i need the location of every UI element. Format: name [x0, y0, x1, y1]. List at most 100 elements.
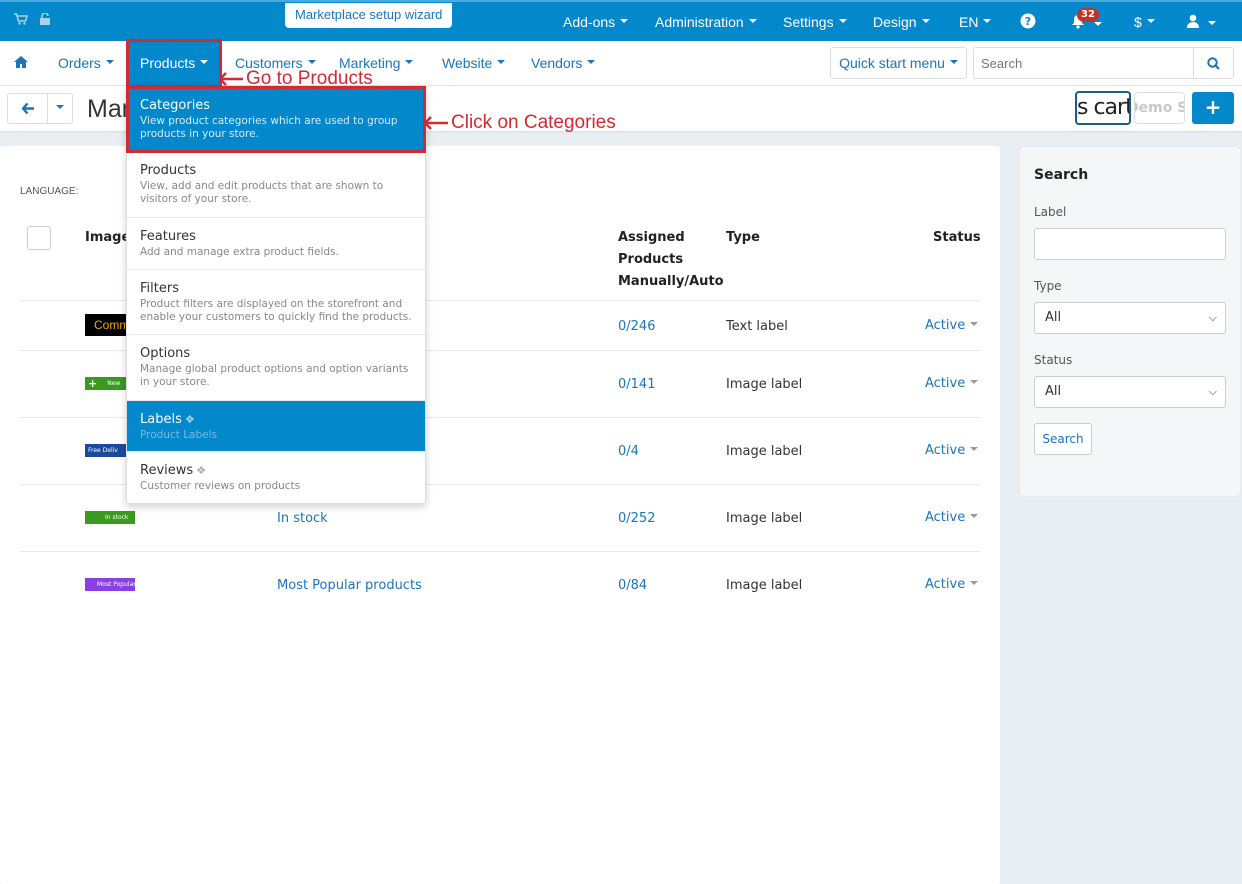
products-dropdown-menu: Categories View product categories which… — [126, 86, 426, 504]
caret-down-icon — [620, 19, 629, 24]
home-icon[interactable] — [14, 56, 28, 72]
nav-vendors-label: Vendors — [531, 55, 583, 71]
caret-down-icon — [1208, 20, 1217, 25]
annotation-go-to-products: Go to Products — [219, 68, 373, 90]
caret-down-icon — [307, 60, 316, 65]
menu-item-features[interactable]: Features Add and manage extra product fi… — [127, 218, 425, 270]
annotation-text: Click on Categories — [451, 112, 616, 133]
cart-icon[interactable] — [14, 13, 29, 29]
menu-item-title: Reviews — [140, 463, 194, 478]
menu-item-title: Features — [140, 229, 196, 244]
quick-start-label: Quick start menu — [839, 55, 945, 71]
marketplace-setup-wizard-button[interactable]: Marketplace setup wizard — [285, 3, 453, 28]
annotation-arrow-icon — [424, 116, 448, 130]
caret-down-icon — [497, 60, 506, 65]
label-name-link[interactable]: In stock — [277, 511, 328, 526]
caret-down-icon — [970, 513, 979, 518]
addon-puzzle-icon: ❖ — [196, 464, 207, 477]
menu-item-description: Product Labels — [140, 429, 218, 441]
back-button[interactable] — [8, 94, 48, 123]
menu-item-labels[interactable]: Labels ❖ Product Labels — [127, 401, 425, 452]
topnav-addons[interactable]: Add-ons — [563, 14, 629, 30]
menu-item-reviews[interactable]: Reviews ❖ Customer reviews on products — [127, 452, 425, 504]
header-status[interactable]: Status — [933, 227, 981, 249]
caret-down-icon — [949, 60, 958, 65]
assigned-products-link[interactable]: 0/252 — [618, 511, 655, 526]
header-type[interactable]: Type — [726, 227, 760, 249]
select-all-checkbox[interactable] — [27, 226, 51, 250]
unlock-icon[interactable] — [40, 12, 50, 29]
language-label: LANGUAGE: — [20, 186, 79, 197]
header-assigned[interactable]: Assigned Products Manually/Auto — [618, 227, 724, 293]
label-search-input[interactable] — [1034, 228, 1226, 260]
add-label-button[interactable]: + — [1192, 92, 1234, 124]
user-menu[interactable] — [1187, 14, 1217, 32]
status-value: Active — [925, 510, 966, 525]
menu-item-title: Products — [140, 163, 197, 178]
nav-orders-label: Orders — [58, 55, 101, 71]
status-value: Active — [925, 318, 966, 333]
header-assigned-line1: Assigned — [618, 230, 685, 245]
topnav-language[interactable]: EN — [959, 14, 992, 30]
sidebar-search-button[interactable]: Search — [1034, 423, 1092, 455]
assigned-products-link[interactable]: 0/84 — [618, 578, 647, 593]
top-bar: Marketplace setup wizard Add-ons Adminis… — [0, 0, 1242, 41]
nav-orders[interactable]: Orders — [58, 55, 114, 71]
caret-down-icon — [983, 19, 992, 24]
sidebar-title: Search — [1034, 167, 1089, 183]
topnav-settings-label: Settings — [783, 14, 834, 30]
label-image: In stock — [85, 511, 135, 524]
help-icon[interactable]: ? — [1020, 13, 1036, 33]
status-dropdown[interactable]: Active — [925, 510, 979, 525]
topnav-administration-label: Administration — [655, 14, 744, 30]
svg-text:?: ? — [1025, 15, 1031, 28]
annotation-arrow-icon — [219, 72, 243, 86]
caret-down-icon — [1094, 21, 1103, 26]
menu-item-description: Customer reviews on products — [140, 480, 301, 492]
status-dropdown[interactable]: Active — [925, 376, 979, 391]
status-dropdown[interactable]: Active — [925, 577, 979, 592]
label-type: Text label — [726, 319, 788, 334]
label-name-link[interactable]: Most Popular products — [277, 578, 422, 593]
topnav-administration[interactable]: Administration — [655, 14, 757, 30]
status-select[interactable]: All ⌵ — [1034, 376, 1226, 408]
menu-item-description: Manage global product options and option… — [140, 363, 409, 388]
topnav-design[interactable]: Design — [873, 14, 930, 30]
menu-item-filters[interactable]: Filters Product filters are displayed on… — [127, 270, 425, 335]
topnav-currency[interactable]: $ — [1134, 14, 1155, 30]
topnav-settings[interactable]: Settings — [783, 14, 847, 30]
menu-item-title: Options — [140, 346, 191, 361]
assigned-products-link[interactable]: 0/141 — [618, 377, 655, 392]
caret-down-icon — [56, 104, 64, 109]
history-dropdown-button[interactable] — [48, 94, 72, 123]
assigned-products-link[interactable]: 0/246 — [618, 319, 655, 334]
topnav-addons-label: Add-ons — [563, 14, 616, 30]
nav-vendors[interactable]: Vendors — [531, 55, 596, 71]
menu-item-title: Filters — [140, 281, 179, 296]
caret-down-icon — [748, 19, 757, 24]
label-type: Image label — [726, 511, 803, 526]
nav-website[interactable]: Website — [442, 55, 506, 71]
status-value: Active — [925, 443, 966, 458]
label-image: Most Popular — [85, 578, 135, 591]
nav-products[interactable]: Products — [126, 39, 222, 88]
demo-store-button[interactable]: Demo Store — [1134, 92, 1185, 124]
status-select-value: All — [1045, 384, 1062, 399]
caret-down-icon — [105, 60, 114, 65]
menu-item-description: View, add and edit products that are sho… — [140, 180, 384, 205]
quick-start-menu-button[interactable]: Quick start menu — [830, 47, 967, 79]
search-sidebar: Search Label Type All ⌵ Status All ⌵ Searc… — [1020, 147, 1240, 496]
menu-item-categories[interactable]: Categories View product categories which… — [126, 86, 426, 153]
storefront-button[interactable]: s cart — [1075, 91, 1131, 125]
status-dropdown[interactable]: Active — [925, 318, 979, 333]
menu-item-description: Add and manage extra product fields. — [140, 246, 339, 258]
menu-item-description: Product filters are displayed on the sto… — [140, 298, 412, 323]
search-button[interactable] — [1193, 48, 1233, 78]
menu-item-products[interactable]: Products View, add and edit products tha… — [127, 152, 425, 218]
type-select[interactable]: All ⌵ — [1034, 302, 1226, 334]
topnav-design-label: Design — [873, 14, 917, 30]
status-dropdown[interactable]: Active — [925, 443, 979, 458]
assigned-products-link[interactable]: 0/4 — [618, 444, 639, 459]
menu-item-options[interactable]: Options Manage global product options an… — [127, 335, 425, 401]
global-search-input[interactable] — [974, 48, 1189, 78]
